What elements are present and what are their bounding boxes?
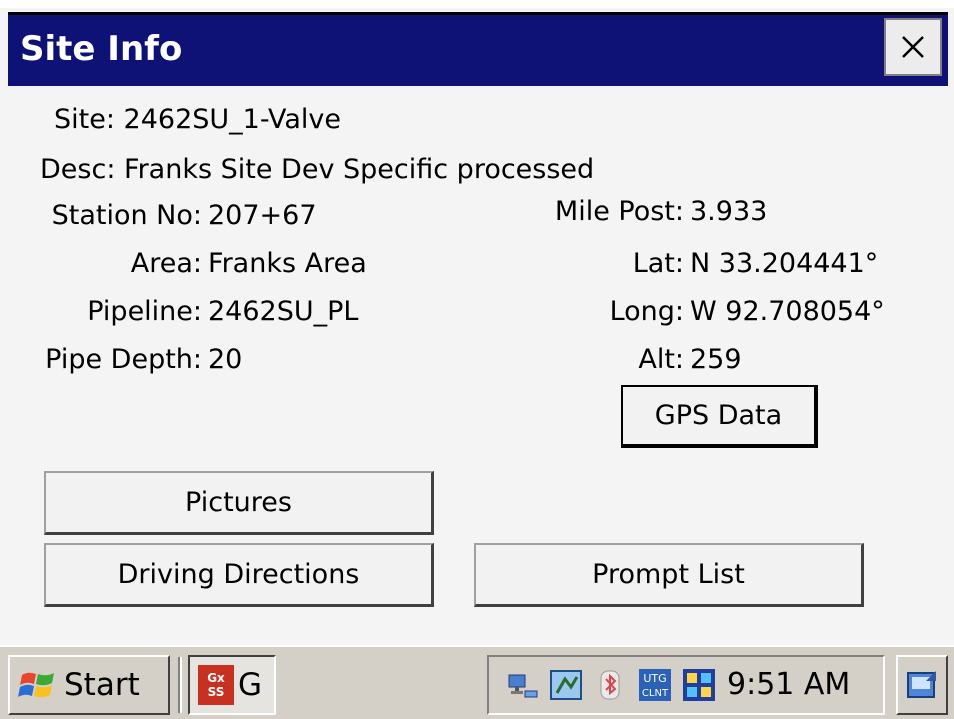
alt-value: 259: [690, 344, 742, 375]
taskbar-clock[interactable]: 9:51 AM: [727, 667, 850, 702]
long-label: Long:: [609, 296, 684, 327]
taskbar-separator: [178, 657, 182, 713]
site-label: Site:: [54, 104, 115, 135]
utg-icon-text-top: UTG: [643, 672, 666, 685]
gps-data-button[interactable]: GPS Data: [621, 385, 818, 448]
taskbar-app-label: G: [238, 667, 263, 703]
app-icon-text-top: Gx: [207, 671, 225, 685]
prompt-list-button[interactable]: Prompt List: [474, 543, 864, 607]
top-border: [0, 0, 954, 8]
pipe-depth-value: 20: [208, 344, 243, 375]
close-icon: [902, 36, 924, 58]
long-value: W 92.708054°: [690, 296, 885, 327]
desc-value: Franks Site Dev Specific processed: [124, 154, 595, 185]
alt-label: Alt:: [638, 344, 684, 375]
window-title: Site Info: [20, 29, 183, 69]
site-row: Site: 2462SU_1-Valve: [54, 104, 341, 136]
desc-row: Desc: Franks Site Dev Specific processed: [40, 154, 594, 186]
desktop-button[interactable]: [896, 655, 948, 715]
pictures-button[interactable]: Pictures: [44, 471, 434, 535]
driving-directions-label: Driving Directions: [117, 559, 360, 590]
windows-flag-icon: [18, 672, 54, 698]
pipe-depth-label: Pipe Depth:: [45, 344, 202, 375]
sync-icon[interactable]: [549, 667, 585, 703]
pipeline-label: Pipeline:: [87, 296, 202, 327]
prompt-list-label: Prompt List: [592, 559, 745, 590]
area-label: Area:: [130, 248, 202, 279]
utg-icon-text-bottom: CLNT: [642, 688, 669, 699]
area-value: Franks Area: [208, 248, 367, 279]
title-bar: Site Info: [8, 12, 948, 86]
desc-label: Desc:: [40, 154, 116, 185]
close-button[interactable]: [884, 18, 942, 76]
system-tray: UTG CLNT 9:51 AM: [487, 655, 885, 715]
gps-data-label: GPS Data: [654, 400, 783, 431]
utg-client-icon[interactable]: UTG CLNT: [637, 667, 673, 703]
gxss-app-icon: Gx SS: [198, 665, 234, 705]
status-icon[interactable]: [681, 667, 717, 703]
start-label: Start: [64, 667, 140, 703]
desktop-icon: [907, 671, 936, 698]
lat-value: N 33.204441°: [690, 248, 879, 279]
driving-directions-button[interactable]: Driving Directions: [44, 543, 434, 607]
mile-post-value: 3.933: [690, 196, 768, 227]
app-icon-text-bottom: SS: [207, 685, 225, 699]
pipeline-value: 2462SU_PL: [208, 296, 359, 327]
mile-post-label: Mile Post:: [554, 196, 684, 227]
site-value: 2462SU_1-Valve: [123, 104, 341, 135]
pictures-label: Pictures: [185, 487, 292, 518]
station-value: 207+67: [208, 200, 317, 231]
taskbar: Start Gx SS G UTG CLNT 9:51 AM: [0, 645, 954, 719]
taskbar-app-button[interactable]: Gx SS G: [188, 655, 276, 715]
lat-label: Lat:: [632, 248, 684, 279]
station-label: Station No:: [51, 200, 202, 231]
network-icon[interactable]: [505, 667, 541, 703]
bluetooth-icon[interactable]: [593, 667, 629, 703]
start-button[interactable]: Start: [8, 655, 170, 715]
